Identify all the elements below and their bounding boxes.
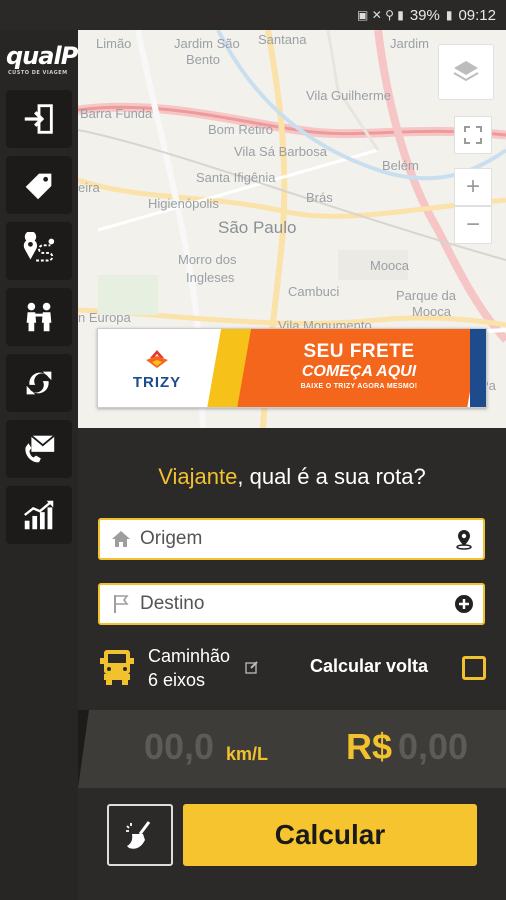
plus-icon: + xyxy=(465,173,480,200)
route-panel: Viajante, qual é a sua rota? Origem Dest… xyxy=(78,428,506,900)
map-label: Jardim São xyxy=(174,36,240,51)
fullscreen-button[interactable] xyxy=(454,116,492,154)
minus-icon: − xyxy=(465,211,480,238)
battery-icon: ▮ xyxy=(445,8,453,22)
add-circle-icon[interactable] xyxy=(453,593,475,615)
consumption-unit: km/L xyxy=(226,744,269,764)
broom-icon xyxy=(126,821,151,849)
consumption-value: 00,0 xyxy=(144,726,215,767)
people-icon xyxy=(26,302,52,332)
route-icon xyxy=(23,232,55,262)
notification-icons: ▣ ✕ ⚲ ▮ xyxy=(357,8,404,22)
sidebar-item-routes[interactable] xyxy=(6,222,72,280)
chart-icon xyxy=(24,500,54,530)
route-question: Viajante, qual é a sua rota? xyxy=(158,464,426,489)
trizy-logo-icon xyxy=(146,349,168,368)
clear-button[interactable] xyxy=(107,804,173,866)
mail-phone-icon xyxy=(25,434,55,463)
origin-input[interactable]: Origem xyxy=(140,528,453,550)
ad-cta: BAIXE O TRIZY AGORA MESMO! xyxy=(300,383,418,390)
destination-field[interactable]: Destino xyxy=(98,583,485,625)
vehicle-selector[interactable]: Caminhão 6 eixos xyxy=(148,644,230,692)
sidebar-item-contact[interactable] xyxy=(6,420,72,478)
return-trip-checkbox[interactable] xyxy=(462,656,486,680)
map-label: Brás xyxy=(306,190,333,205)
origin-field[interactable]: Origem xyxy=(98,518,485,560)
map-label: Santana xyxy=(258,32,307,47)
map-layers-button[interactable] xyxy=(438,44,494,100)
tag-icon xyxy=(25,173,52,200)
price-value: 0,00 xyxy=(398,726,469,767)
zoom-out-button[interactable]: − xyxy=(454,206,492,244)
ad-subheadline: COMEÇA AQUI xyxy=(301,363,417,380)
flag-icon xyxy=(114,595,129,613)
map-label: Barra Funda xyxy=(80,106,153,121)
status-bar: ▣ ✕ ⚲ ▮ 39% ▮ 09:12 xyxy=(0,0,506,30)
clock: 09:12 xyxy=(458,6,496,24)
edit-icon[interactable] xyxy=(245,660,259,674)
sidebar-item-sync[interactable] xyxy=(6,354,72,412)
location-pin-icon[interactable] xyxy=(453,528,475,550)
truck-icon[interactable] xyxy=(100,646,134,686)
map-label: Mooca xyxy=(370,258,410,273)
zoom-in-button[interactable]: + xyxy=(454,168,492,206)
map-label: Morro dos xyxy=(178,252,237,267)
map-label: eira xyxy=(78,180,100,195)
vehicle-type: Caminhão xyxy=(148,646,231,666)
battery-level: 39% xyxy=(409,6,440,24)
map-label-city: São Paulo xyxy=(218,218,297,237)
fullscreen-icon xyxy=(464,126,482,144)
sidebar: qualP CUSTO DE VIAGEM xyxy=(0,30,78,900)
calculate-button[interactable]: Calcular xyxy=(183,804,477,866)
map-label: Parque da xyxy=(396,288,456,303)
map-label: Mooca xyxy=(412,304,452,319)
map-label: Vila Guilherme xyxy=(306,88,392,103)
map-label: Ingleses xyxy=(186,270,235,285)
app-logo: qualP CUSTO DE VIAGEM xyxy=(6,42,78,76)
map-label: Santa Ifigênia xyxy=(196,170,276,185)
map-label: Limão xyxy=(96,36,132,51)
ad-brand: TRIZY xyxy=(98,329,216,407)
sync-icon xyxy=(26,371,52,395)
layers-icon xyxy=(453,61,479,82)
ad-headline: SEU FRETE xyxy=(303,341,415,362)
destination-input[interactable]: Destino xyxy=(140,593,453,615)
currency-symbol: R$ xyxy=(346,726,393,767)
return-trip-label: Calcular volta xyxy=(310,656,429,676)
sidebar-item-drivers[interactable] xyxy=(6,288,72,346)
vehicle-axles: 6 eixos xyxy=(148,670,206,690)
map-label: Higienópolis xyxy=(148,196,219,211)
home-icon xyxy=(112,531,130,547)
map-label: Bento xyxy=(186,52,220,67)
map-label: n Europa xyxy=(78,310,131,325)
sidebar-item-tolls[interactable] xyxy=(6,156,72,214)
map-label: Belém xyxy=(382,158,419,173)
results-bar: 00,0 km/L R$ 0,00 xyxy=(78,710,506,788)
sidebar-item-stats[interactable] xyxy=(6,486,72,544)
map-label: Jardim xyxy=(390,36,430,51)
ad-banner[interactable]: TRIZY SEU FRETE COMEÇA AQUI BAIXE O TRIZ… xyxy=(97,328,487,408)
map-label: Vila Sá Barbosa xyxy=(234,144,327,159)
map-label: Bom Retiro xyxy=(208,122,274,137)
login-icon xyxy=(24,104,53,134)
map-label: Cambuci xyxy=(288,284,340,299)
sidebar-item-login[interactable] xyxy=(6,90,72,148)
